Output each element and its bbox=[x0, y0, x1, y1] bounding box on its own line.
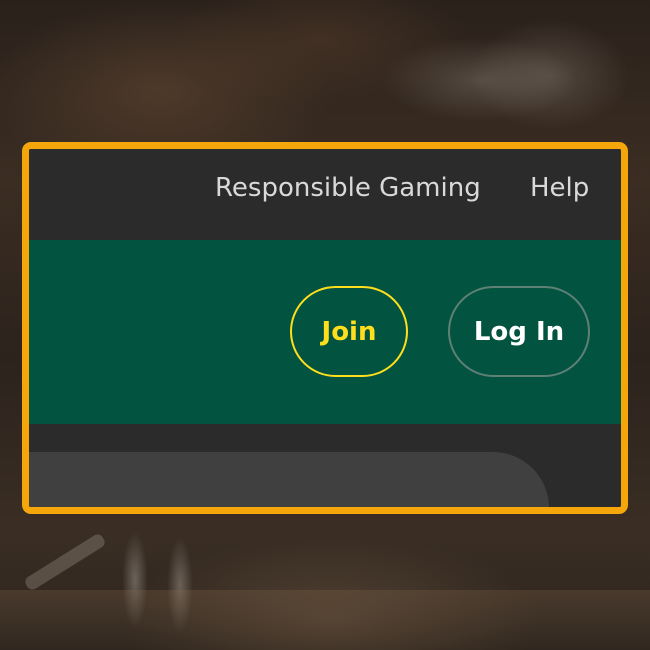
floodlight-glow bbox=[470, 20, 630, 130]
bat-silhouette bbox=[23, 532, 107, 592]
join-button[interactable]: Join bbox=[290, 286, 408, 377]
site-header: Join Log In bbox=[29, 240, 621, 424]
login-button[interactable]: Log In bbox=[448, 286, 590, 377]
utility-bar: Responsible Gaming Help bbox=[29, 149, 621, 240]
highlight-frame: Responsible Gaming Help Join Log In bbox=[22, 142, 628, 514]
content-panel bbox=[29, 452, 549, 507]
page-content-area bbox=[29, 424, 621, 507]
responsible-gaming-link[interactable]: Responsible Gaming bbox=[215, 171, 481, 205]
pitch-ground bbox=[0, 590, 650, 650]
help-link[interactable]: Help bbox=[530, 171, 589, 205]
